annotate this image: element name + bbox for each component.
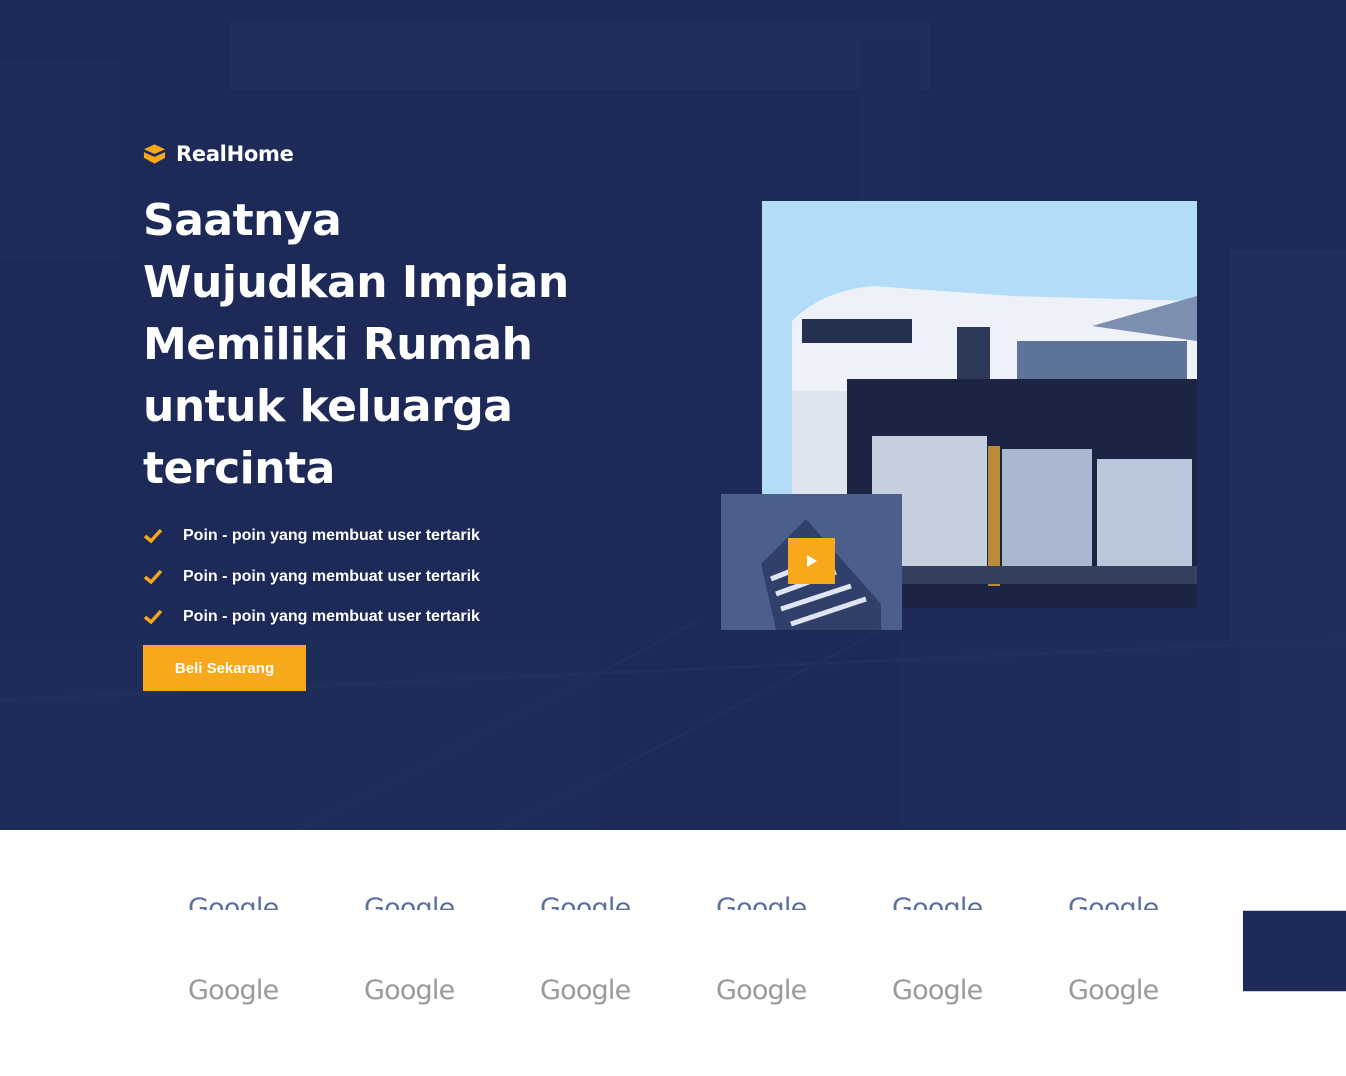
partner-logos-section — [0, 830, 1243, 1076]
headline-line: Memiliki Rumah — [143, 319, 533, 370]
feature-point: Poin - poin yang membuat user tertarik — [143, 516, 480, 557]
feature-point-text: Poin - poin yang membuat user tertarik — [183, 567, 480, 585]
partner-logo: Google — [364, 975, 455, 1006]
side-block — [1243, 910, 1346, 992]
headline-line: tercinta — [143, 443, 335, 494]
feature-point: Poin - poin yang membuat user tertarik — [143, 557, 480, 598]
logo-row-bottom: Google Google Google Google Google Googl… — [188, 975, 1244, 1006]
feature-point-text: Poin - poin yang membuat user tertarik — [183, 527, 480, 545]
partner-logo: Google — [540, 975, 631, 1006]
feature-point: Poin - poin yang membuat user tertarik — [143, 597, 480, 638]
partner-logo: Google — [1068, 893, 1159, 910]
brand[interactable]: RealHome — [143, 142, 294, 166]
partner-logo: Google — [892, 893, 983, 910]
stacked-box-logo-icon — [143, 144, 166, 164]
play-icon — [806, 555, 817, 567]
partner-logo: Google — [188, 893, 279, 910]
check-icon — [143, 610, 163, 625]
partner-logo: Google — [364, 893, 455, 910]
partner-logo: Google — [892, 975, 983, 1006]
partner-logo: Google — [188, 975, 279, 1006]
check-icon — [143, 569, 163, 585]
feature-points: Poin - poin yang membuat user tertarik P… — [143, 516, 480, 638]
brand-name: RealHome — [176, 142, 294, 166]
hero-headline: Saatnya Wujudkan Impian Memiliki Rumah u… — [143, 190, 623, 500]
buy-now-button[interactable]: Beli Sekarang — [143, 645, 306, 691]
logo-row-top: Google Google Google Google Google Googl… — [188, 893, 1244, 910]
headline-line: Wujudkan Impian — [143, 257, 569, 308]
partner-logo: Google — [716, 975, 807, 1006]
play-button[interactable] — [788, 538, 835, 584]
partner-logo: Google — [540, 893, 631, 910]
headline-line: Saatnya — [143, 195, 342, 246]
video-thumbnail[interactable] — [721, 494, 902, 630]
partner-logo: Google — [1068, 975, 1159, 1006]
hero-section: RealHome Saatnya Wujudkan Impian Memilik… — [0, 0, 1346, 830]
feature-point-text: Poin - poin yang membuat user tertarik — [183, 608, 480, 626]
check-icon — [143, 529, 163, 544]
headline-line: untuk keluarga — [143, 381, 513, 432]
partner-logo: Google — [716, 893, 807, 910]
